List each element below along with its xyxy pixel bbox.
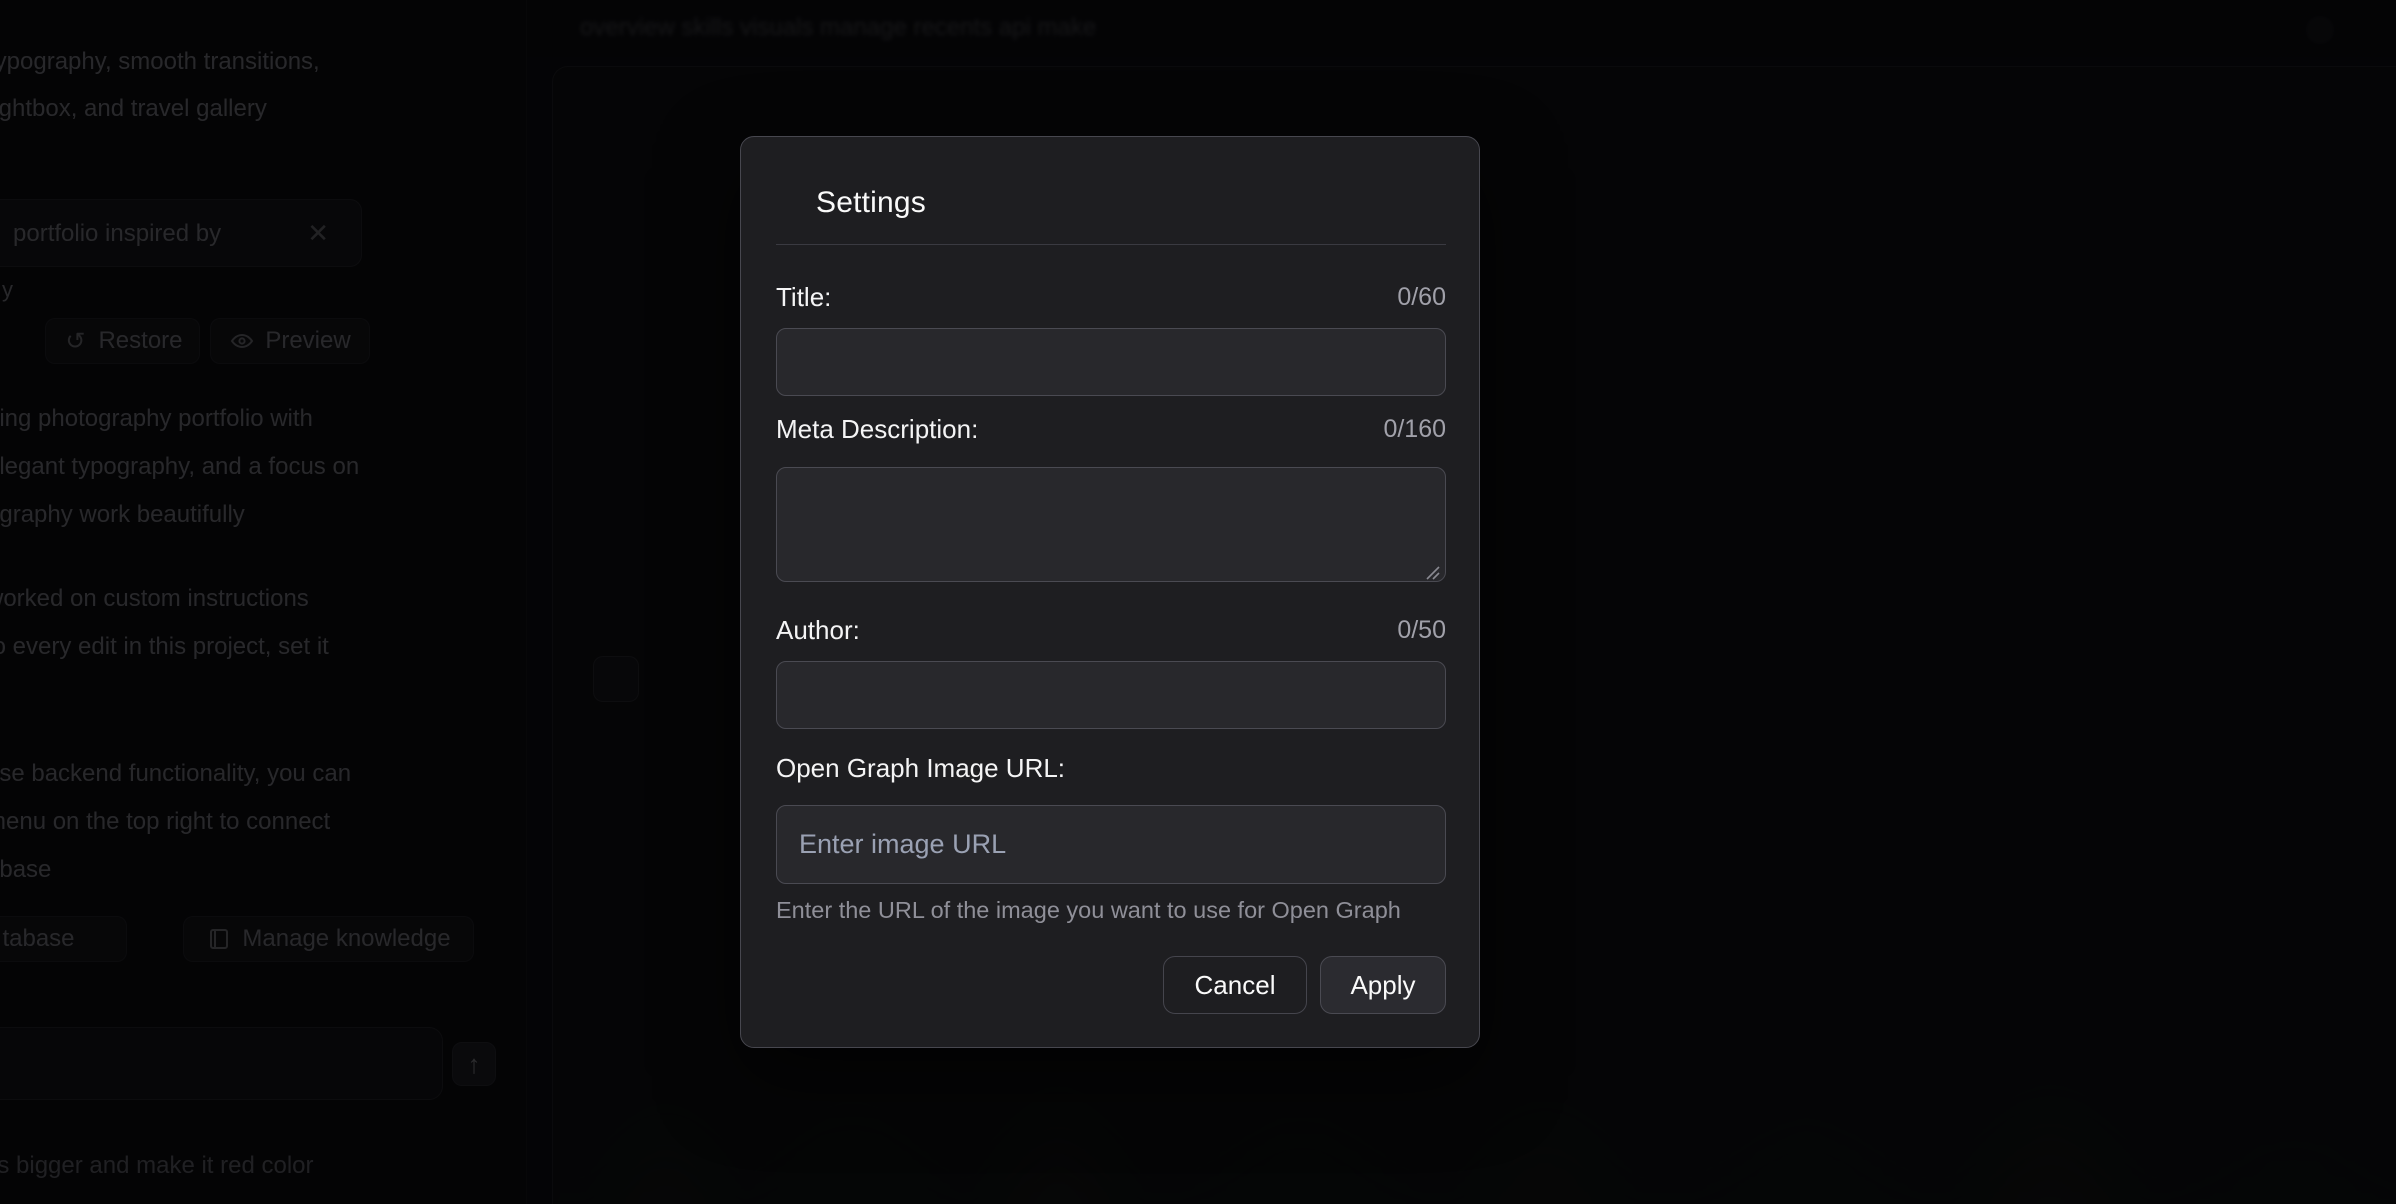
title-field-row: Title: 0/60 [776, 280, 1446, 314]
title-label: Title: [776, 282, 831, 313]
title-counter: 0/60 [1397, 283, 1446, 312]
resize-handle-icon[interactable] [1421, 561, 1441, 581]
dialog-actions: Cancel Apply [1163, 956, 1446, 1014]
author-input[interactable] [776, 661, 1446, 729]
og-image-url-input[interactable] [776, 805, 1446, 884]
apply-button[interactable]: Apply [1320, 956, 1446, 1014]
cancel-button[interactable]: Cancel [1163, 956, 1307, 1014]
og-image-helper-text: Enter the URL of the image you want to u… [776, 897, 1401, 924]
divider [776, 244, 1446, 245]
meta-description-field-row: Meta Description: 0/160 [776, 412, 1446, 446]
app-screen: overview skills visuals manage recents a… [0, 0, 2396, 1204]
author-counter: 0/50 [1397, 616, 1446, 645]
og-image-field-row: Open Graph Image URL: [776, 751, 1446, 785]
author-field-row: Author: 0/50 [776, 613, 1446, 647]
author-label: Author: [776, 615, 860, 646]
og-image-label: Open Graph Image URL: [776, 753, 1065, 784]
title-input[interactable] [776, 328, 1446, 396]
meta-description-textarea[interactable] [776, 467, 1446, 582]
settings-dialog: Settings Title: 0/60 Meta Description: 0… [740, 136, 1480, 1048]
meta-description-label: Meta Description: [776, 414, 978, 445]
dialog-title: Settings [816, 186, 926, 220]
meta-description-counter: 0/160 [1383, 415, 1446, 444]
